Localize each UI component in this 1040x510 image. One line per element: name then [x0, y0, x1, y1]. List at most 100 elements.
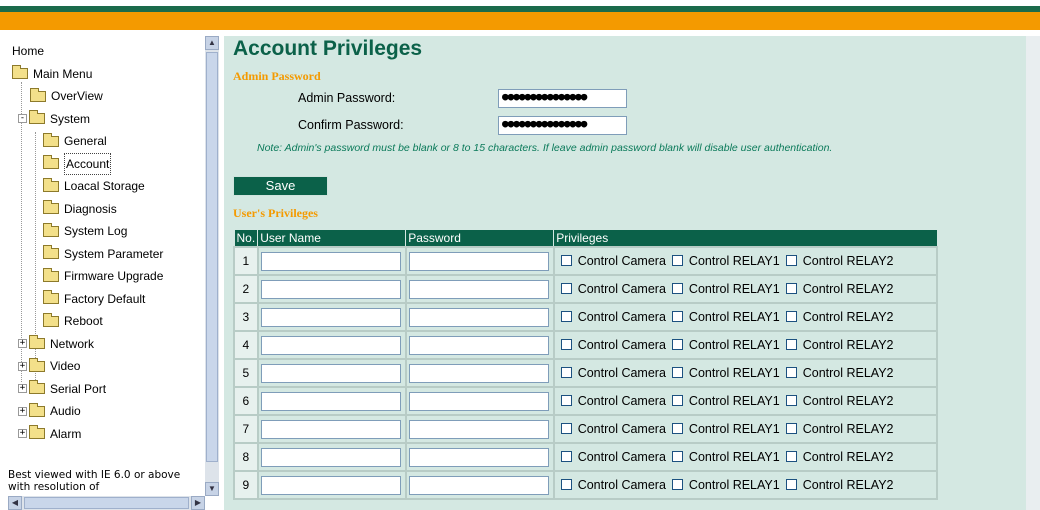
- user-password-input[interactable]: [408, 391, 549, 411]
- sidebar-item-general[interactable]: General: [43, 131, 107, 151]
- privilege-checkbox[interactable]: [560, 395, 572, 406]
- username-input[interactable]: [260, 335, 401, 355]
- user-password-input[interactable]: [408, 307, 549, 327]
- scroll-up-icon[interactable]: ▲: [205, 36, 219, 50]
- username-input[interactable]: [260, 307, 401, 327]
- sidebar-tree: Home Main Menu OverView - System General Accou…: [8, 36, 204, 466]
- privilege-checkbox[interactable]: [560, 283, 572, 294]
- username-input[interactable]: [260, 419, 401, 439]
- user-password-input[interactable]: [408, 419, 549, 439]
- privilege-label: Control Camera: [577, 478, 666, 492]
- privilege-checkbox[interactable]: [671, 451, 683, 462]
- privilege-checkbox[interactable]: [671, 311, 683, 322]
- browser-note: Best viewed with IE 6.0 or above with re…: [8, 469, 181, 493]
- sidebar-item-diagnosis[interactable]: Diagnosis: [43, 199, 117, 219]
- username-input[interactable]: [260, 251, 401, 271]
- privilege-label: Control RELAY2: [802, 338, 894, 352]
- user-password-cell: [404, 246, 555, 276]
- privileges-cell: Control Camera Control RELAY1 Control RELA…: [552, 414, 939, 444]
- scroll-down-icon[interactable]: ▼: [205, 482, 219, 496]
- user-password-input[interactable]: [408, 447, 549, 467]
- privilege-checkbox[interactable]: [560, 367, 572, 378]
- privileges-cell: Control Camera Control RELAY1 Control RELA…: [552, 246, 939, 276]
- privilege-checkbox[interactable]: [671, 339, 683, 350]
- privilege-checkbox[interactable]: [785, 311, 797, 322]
- privilege-checkbox[interactable]: [785, 479, 797, 490]
- username-input[interactable]: [260, 475, 401, 495]
- username-input[interactable]: [260, 447, 401, 467]
- expand-icon[interactable]: +: [18, 361, 27, 371]
- sidebar-item-main-menu[interactable]: Main Menu: [12, 64, 92, 84]
- privilege-checkbox[interactable]: [785, 451, 797, 462]
- privileges-cell: Control Camera Control RELAY1 Control RELA…: [552, 358, 939, 388]
- admin-password-input[interactable]: ●●●●●●●●●●●●●●●: [498, 89, 627, 108]
- privilege-checkbox[interactable]: [671, 367, 683, 378]
- privilege-checkbox[interactable]: [785, 283, 797, 294]
- sidebar-vertical-scrollbar[interactable]: ▲ ▼: [205, 36, 219, 496]
- privilege-checkbox[interactable]: [671, 395, 683, 406]
- user-password-input[interactable]: [408, 279, 549, 299]
- sidebar-item-factory-default[interactable]: Factory Default: [43, 289, 145, 309]
- scroll-right-icon[interactable]: ▶: [191, 496, 205, 510]
- privilege-label: Control RELAY1: [688, 282, 780, 296]
- hscroll-thumb[interactable]: [24, 497, 189, 509]
- privilege-checkbox[interactable]: [785, 367, 797, 378]
- scroll-left-icon[interactable]: ◀: [8, 496, 22, 510]
- privilege-checkbox[interactable]: [785, 339, 797, 350]
- sidebar-item-system-parameter[interactable]: System Parameter: [43, 244, 163, 264]
- user-password-input[interactable]: [408, 363, 549, 383]
- sidebar-item-alarm[interactable]: + Alarm: [18, 424, 81, 444]
- sidebar-item-network[interactable]: + Network: [18, 334, 94, 354]
- privilege-checkbox[interactable]: [560, 255, 572, 266]
- privilege-checkbox[interactable]: [785, 395, 797, 406]
- privilege-checkbox[interactable]: [671, 255, 683, 266]
- sidebar-item-serial-port[interactable]: + Serial Port: [18, 379, 106, 399]
- sidebar-item-loacal-storage[interactable]: Loacal Storage: [43, 176, 145, 196]
- sidebar-horizontal-scrollbar[interactable]: ◀ ▶: [8, 496, 205, 510]
- sidebar-item-audio[interactable]: + Audio: [18, 401, 81, 421]
- scroll-thumb[interactable]: [206, 52, 218, 462]
- sidebar-item-system-log[interactable]: System Log: [43, 221, 127, 241]
- sidebar-item-reboot[interactable]: Reboot: [43, 311, 103, 331]
- table-row: 6 Control Camera Control RELAY1 Control REL…: [233, 386, 939, 416]
- expand-icon[interactable]: +: [18, 339, 27, 348]
- sidebar-item-account[interactable]: Account: [43, 152, 112, 175]
- main-panel: Account Privileges Admin Password Admin …: [224, 36, 1026, 510]
- user-password-input[interactable]: [408, 475, 549, 495]
- username-input[interactable]: [260, 279, 401, 299]
- sidebar-item-home[interactable]: Home: [12, 41, 44, 61]
- folder-icon: [29, 357, 45, 372]
- sidebar-item-label: Network: [50, 336, 95, 351]
- sidebar-item-overview[interactable]: OverView: [30, 86, 103, 106]
- expand-icon[interactable]: +: [18, 406, 27, 416]
- username-input[interactable]: [260, 363, 401, 383]
- privilege-checkbox[interactable]: [785, 423, 797, 434]
- privileges-cell: Control Camera Control RELAY1 Control RELA…: [552, 330, 939, 360]
- sidebar-item-firmware-upgrade[interactable]: Firmware Upgrade: [43, 266, 163, 286]
- privilege-checkbox[interactable]: [671, 479, 683, 490]
- privilege-checkbox[interactable]: [560, 339, 572, 350]
- page-vertical-scrollbar[interactable]: [1026, 36, 1040, 510]
- username-input[interactable]: [260, 391, 401, 411]
- collapse-icon[interactable]: -: [18, 114, 27, 123]
- save-button[interactable]: Save: [233, 176, 328, 196]
- privilege-checkbox[interactable]: [560, 423, 572, 434]
- privilege-checkbox[interactable]: [671, 283, 683, 294]
- sidebar-item-label: Alarm: [50, 426, 82, 441]
- user-password-cell: [404, 470, 555, 500]
- privilege-checkbox[interactable]: [671, 423, 683, 434]
- privilege-checkbox[interactable]: [785, 255, 797, 266]
- privilege-checkbox[interactable]: [560, 311, 572, 322]
- expand-icon[interactable]: +: [18, 429, 27, 438]
- sidebar-item-system[interactable]: - System: [18, 109, 90, 129]
- privilege-label: Control RELAY1: [688, 254, 780, 268]
- confirm-password-input[interactable]: ●●●●●●●●●●●●●●●: [498, 116, 627, 135]
- user-password-input[interactable]: [408, 335, 549, 355]
- privilege-checkbox[interactable]: [560, 451, 572, 462]
- privileges-cell: Control Camera Control RELAY1 Control RELA…: [552, 302, 939, 332]
- privileges-cell: Control Camera Control RELAY1 Control RELA…: [552, 386, 939, 416]
- privilege-checkbox[interactable]: [560, 479, 572, 490]
- user-password-input[interactable]: [408, 251, 549, 271]
- sidebar-item-video[interactable]: + Video: [18, 356, 80, 376]
- expand-icon[interactable]: +: [18, 384, 27, 393]
